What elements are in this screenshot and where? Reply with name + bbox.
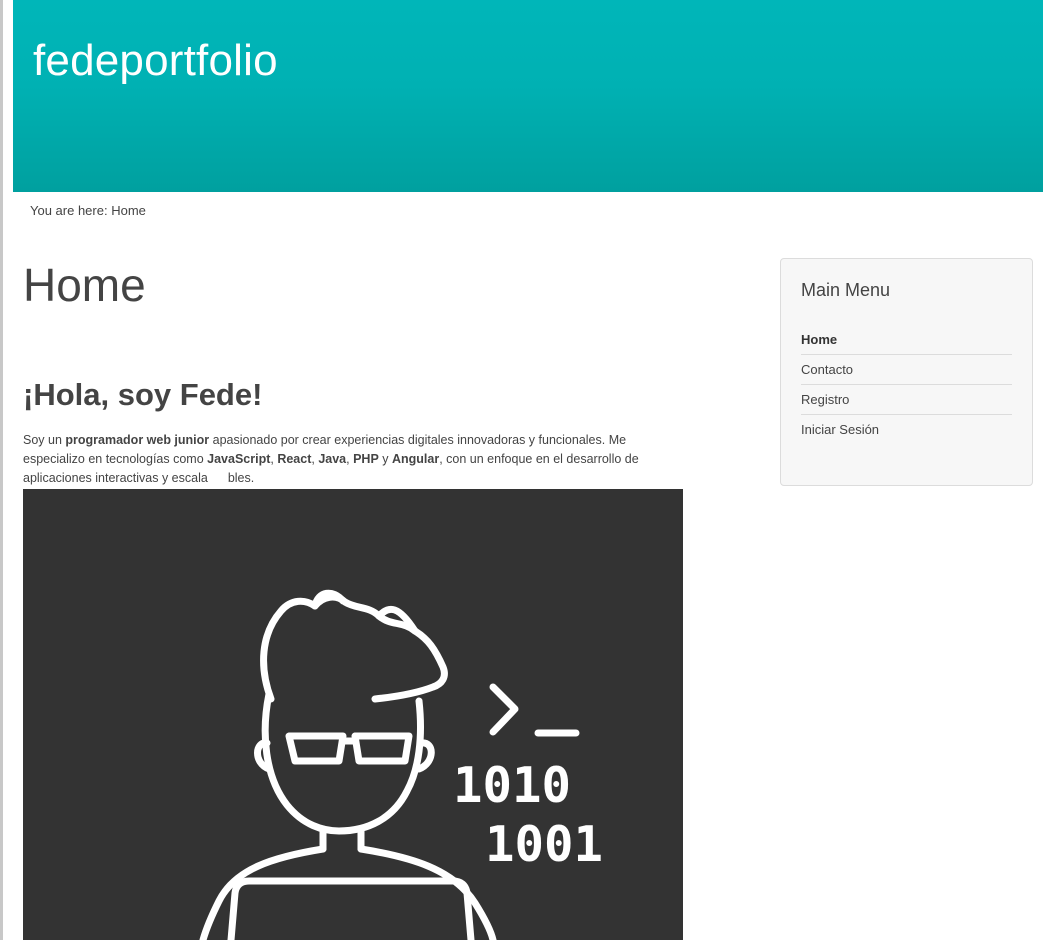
glasses-right [351,732,413,765]
binary-line-2: 1001 [485,816,603,873]
main-menu-module: Main Menu Home Contacto Registro Iniciar… [780,258,1033,486]
intro-text-8: bles. [227,471,255,485]
site-title[interactable]: fedeportfolio [33,36,278,86]
menu-item-home[interactable]: Home [801,325,1012,355]
intro-strong-php: PHP [353,452,379,466]
page-title: Home [23,259,146,311]
page-left-border [0,0,3,940]
main-menu-list: Home Contacto Registro Iniciar Sesión [801,325,1012,444]
hero-image: 1010 1001 [23,489,683,940]
laptop [227,877,475,940]
menu-item-contacto[interactable]: Contacto [801,355,1012,385]
breadcrumb-prefix: You are here: [30,203,108,218]
site-header: fedeportfolio [13,0,1043,192]
menu-item-registro[interactable]: Registro [801,385,1012,415]
glasses-left [285,732,347,765]
intro-text-1: Soy un [23,433,66,447]
intro-paragraph: Soy un programador web junior apasionado… [23,431,683,488]
breadcrumb: You are here: Home [30,203,146,218]
shoulders [199,845,497,940]
prompt-chevron [489,683,519,736]
intro-strong-javascript: JavaScript [207,452,271,466]
hair-outline [260,593,448,703]
binary-line-1: 1010 [453,757,571,814]
intro-heading: ¡Hola, soy Fede! [23,377,263,412]
intro-strong-react: React [277,452,312,466]
main-menu-title: Main Menu [801,280,891,300]
intro-strong-role: programador web junior [65,433,210,447]
developer-illustration: 1010 1001 [199,589,603,940]
intro-text-6: y [378,452,392,466]
intro-strong-angular: Angular [392,452,440,466]
menu-item-iniciar-sesion[interactable]: Iniciar Sesión [801,415,1012,444]
intro-strong-java: Java [318,452,347,466]
breadcrumb-current: Home [111,203,146,218]
